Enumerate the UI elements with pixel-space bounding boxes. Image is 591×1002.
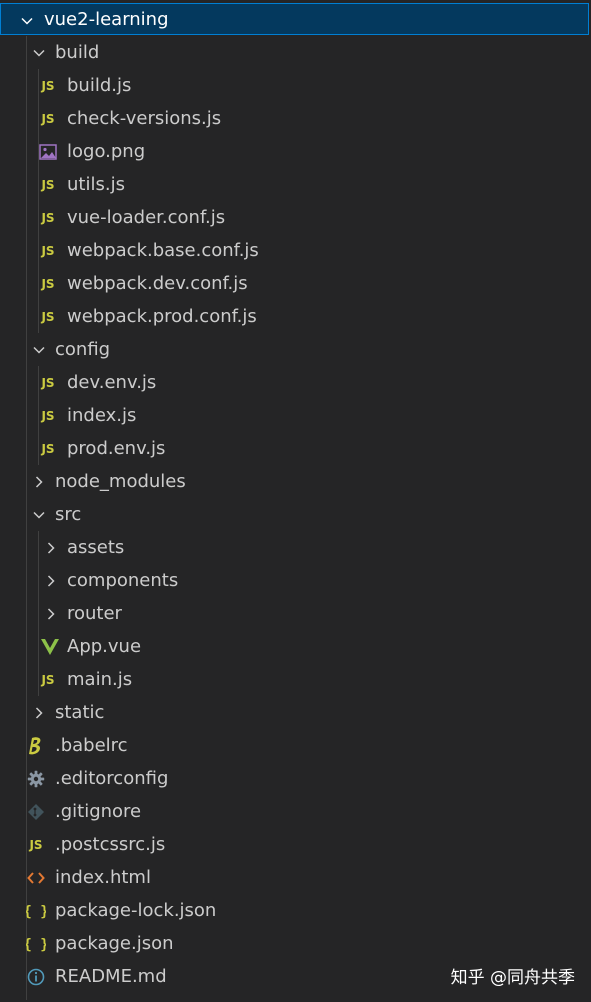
tree-item-label: App.vue bbox=[67, 636, 142, 657]
js-icon: JS bbox=[41, 78, 55, 93]
tree-item-label: check-versions.js bbox=[67, 108, 222, 129]
tree-item-label: package-lock.json bbox=[55, 900, 217, 921]
tree-item-label: prod.env.js bbox=[67, 438, 166, 459]
tree-item-label: index.html bbox=[55, 867, 151, 888]
js-icon: JS bbox=[41, 177, 55, 192]
tree-file-editorconfig[interactable]: .editorconfig bbox=[0, 762, 591, 795]
tree-file-package-json[interactable]: { } package.json bbox=[0, 927, 591, 960]
tree-file-webpack-dev-conf-js[interactable]: JS webpack.dev.conf.js bbox=[0, 267, 591, 300]
json-icon: { } bbox=[25, 894, 47, 927]
tree-file-index-html[interactable]: index.html bbox=[0, 861, 591, 894]
tree-item-label: utils.js bbox=[67, 174, 125, 195]
tree-file-build-js[interactable]: JS build.js bbox=[0, 69, 591, 102]
tree-folder-assets[interactable]: assets bbox=[0, 531, 591, 564]
watermark: 知乎 @同舟共季 bbox=[450, 968, 575, 988]
tree-item-label: README.md bbox=[55, 966, 167, 987]
js-icon: JS bbox=[41, 309, 55, 324]
tree-item-label: dev.env.js bbox=[67, 372, 157, 393]
tree-item-label: src bbox=[55, 504, 82, 525]
git-icon bbox=[25, 795, 47, 828]
tree-item-label: components bbox=[67, 570, 179, 591]
tree-folder-router[interactable]: router bbox=[0, 597, 591, 630]
tree-item-label: main.js bbox=[67, 669, 133, 690]
babel-icon bbox=[25, 729, 47, 762]
image-icon bbox=[37, 135, 59, 168]
tree-file-vue-loader-conf-js[interactable]: JS vue-loader.conf.js bbox=[0, 201, 591, 234]
tree-folder-static[interactable]: static bbox=[0, 696, 591, 729]
tree-folder-node-modules[interactable]: node_modules bbox=[0, 465, 591, 498]
tree-item-label: .babelrc bbox=[55, 735, 128, 756]
js-icon: JS bbox=[41, 276, 55, 291]
svg-text:{ }: { } bbox=[26, 937, 46, 953]
js-icon: JS bbox=[41, 408, 55, 423]
tree-folder-config[interactable]: config bbox=[0, 333, 591, 366]
tree-item-label: logo.png bbox=[67, 141, 146, 162]
tree-item-label: webpack.prod.conf.js bbox=[67, 306, 257, 327]
chevron-down-icon[interactable] bbox=[29, 36, 49, 69]
tree-root-vue2-learning[interactable]: vue2-learning bbox=[0, 3, 589, 35]
js-icon: JS bbox=[41, 441, 55, 456]
tree-file-package-lock-json[interactable]: { } package-lock.json bbox=[0, 894, 591, 927]
tree-item-label: static bbox=[55, 702, 105, 723]
tree-item-label: vue-loader.conf.js bbox=[67, 207, 226, 228]
tree-file-babelrc[interactable]: .babelrc bbox=[0, 729, 591, 762]
tree-file-postcssrc-js[interactable]: JS .postcssrc.js bbox=[0, 828, 591, 861]
js-icon: JS bbox=[41, 210, 55, 225]
tree-file-check-versions-js[interactable]: JS check-versions.js bbox=[0, 102, 591, 135]
json-icon: { } bbox=[25, 927, 47, 960]
chevron-right-icon[interactable] bbox=[29, 465, 49, 498]
tree-item-label: .gitignore bbox=[55, 801, 142, 822]
tree-file-app-vue[interactable]: App.vue bbox=[0, 630, 591, 663]
tree-folder-components[interactable]: components bbox=[0, 564, 591, 597]
tree-item-label: build bbox=[55, 42, 100, 63]
tree-file-dev-env-js[interactable]: JS dev.env.js bbox=[0, 366, 591, 399]
js-icon: JS bbox=[41, 111, 55, 126]
js-icon: JS bbox=[41, 375, 55, 390]
js-icon: JS bbox=[29, 837, 43, 852]
chevron-down-icon[interactable] bbox=[29, 498, 49, 531]
chevron-right-icon[interactable] bbox=[41, 531, 61, 564]
tree-item-label: webpack.dev.conf.js bbox=[67, 273, 248, 294]
chevron-down-icon[interactable] bbox=[17, 4, 37, 37]
chevron-down-icon[interactable] bbox=[29, 333, 49, 366]
tree-item-label: index.js bbox=[67, 405, 137, 426]
tree-file-webpack-prod-conf-js[interactable]: JS webpack.prod.conf.js bbox=[0, 300, 591, 333]
chevron-right-icon[interactable] bbox=[41, 597, 61, 630]
tree-item-label: vue2-learning bbox=[44, 9, 169, 30]
tree-item-label: config bbox=[55, 339, 111, 360]
tree-file-main-js[interactable]: JS main.js bbox=[0, 663, 591, 696]
tree-file-webpack-base-conf-js[interactable]: JS webpack.base.conf.js bbox=[0, 234, 591, 267]
svg-text:{ }: { } bbox=[26, 904, 46, 920]
tree-file-gitignore[interactable]: .gitignore bbox=[0, 795, 591, 828]
file-explorer: vue2-learning build JS build.js JS check… bbox=[0, 0, 591, 1002]
vue-icon bbox=[39, 630, 61, 663]
tree-item-label: router bbox=[67, 603, 122, 624]
gear-icon bbox=[25, 762, 47, 795]
tree-item-label: assets bbox=[67, 537, 125, 558]
html-icon bbox=[25, 861, 47, 894]
tree-item-label: .postcssrc.js bbox=[55, 834, 166, 855]
tree-file-utils-js[interactable]: JS utils.js bbox=[0, 168, 591, 201]
tree-item-label: build.js bbox=[67, 75, 132, 96]
tree-file-logo-png[interactable]: logo.png bbox=[0, 135, 591, 168]
tree-item-label: node_modules bbox=[55, 471, 186, 492]
tree-file-prod-env-js[interactable]: JS prod.env.js bbox=[0, 432, 591, 465]
chevron-right-icon[interactable] bbox=[41, 564, 61, 597]
tree-item-label: webpack.base.conf.js bbox=[67, 240, 259, 261]
tree-file-index-js[interactable]: JS index.js bbox=[0, 399, 591, 432]
tree-folder-src[interactable]: src bbox=[0, 498, 591, 531]
info-icon bbox=[25, 960, 47, 993]
tree-folder-build[interactable]: build bbox=[0, 36, 591, 69]
tree-item-label: .editorconfig bbox=[55, 768, 169, 789]
tree-item-label: package.json bbox=[55, 933, 174, 954]
chevron-right-icon[interactable] bbox=[29, 696, 49, 729]
js-icon: JS bbox=[41, 672, 55, 687]
js-icon: JS bbox=[41, 243, 55, 258]
